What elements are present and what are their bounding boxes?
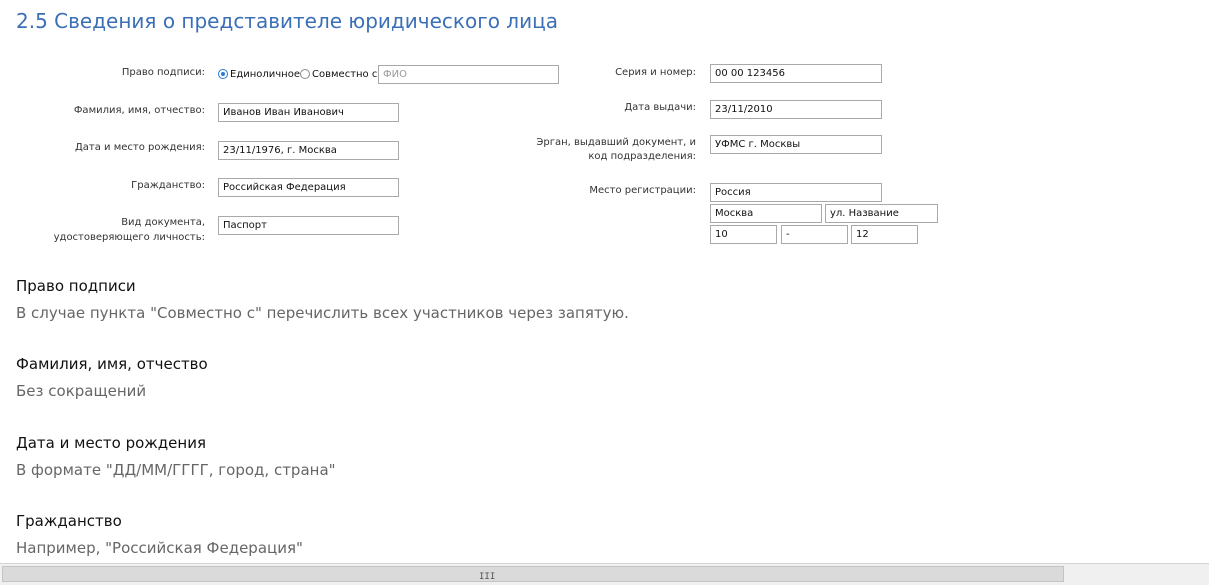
doc-type-label-line2: удостоверяющего личность: (53, 232, 205, 243)
reg-label: Место регистрации: (589, 185, 696, 196)
signing-right-label: Право подписи: (121, 67, 205, 78)
radio-single[interactable]: Единоличное (218, 67, 300, 81)
issuer-input[interactable]: УФМС г. Москвы (710, 135, 882, 154)
reg-building-input[interactable]: - (781, 225, 848, 244)
horizontal-scrollbar[interactable]: III (0, 563, 1209, 585)
series-input[interactable]: 00 00 123456 (710, 64, 882, 83)
help-text-signing: В случае пункта "Совместно с" перечислит… (16, 304, 629, 322)
help-text-fullname: Без сокращений (16, 382, 147, 400)
radio-single-label: Единоличное (230, 68, 300, 80)
scrollbar-thumb[interactable]: III (2, 566, 1064, 582)
citizenship-label: Гражданство: (131, 180, 205, 191)
birth-label: Дата и место рождения: (74, 142, 205, 153)
help-heading-signing: Право подписи (16, 277, 136, 295)
issue-date-label: Дата выдачи: (624, 102, 696, 113)
issue-date-input[interactable]: 23/11/2010 (710, 100, 882, 119)
help-heading-fullname: Фамилия, имя, отчество (16, 355, 208, 373)
help-text-birth: В формате "ДД/ММ/ГГГГ, город, страна" (16, 461, 336, 479)
series-label: Серия и номер: (615, 67, 696, 78)
doc-type-input[interactable]: Паспорт (218, 216, 399, 235)
radio-joint[interactable]: Совместно с (300, 67, 377, 81)
fullname-label: Фамилия, имя, отчество: (73, 105, 205, 116)
reg-city-input[interactable]: Москва (710, 204, 822, 223)
reg-street-input[interactable]: ул. Название (825, 204, 938, 223)
page-title: 2.5 Сведения о представителе юридическог… (16, 9, 558, 33)
help-heading-citizenship: Гражданство (16, 512, 122, 530)
scrollbar-grip-icon: III (479, 572, 496, 582)
help-text-citizenship: Например, "Российская Федерация" (16, 539, 303, 557)
reg-house-input[interactable]: 10 (710, 225, 777, 244)
birth-input[interactable]: 23/11/1976, г. Москва (218, 141, 399, 160)
citizenship-input[interactable]: Российская Федерация (218, 178, 399, 197)
reg-apt-input[interactable]: 12 (851, 225, 918, 244)
reg-country-input[interactable]: Россия (710, 183, 882, 202)
issuer-label-line2: код подразделения: (588, 151, 696, 162)
fullname-input[interactable]: Иванов Иван Иванович (218, 103, 399, 122)
joint-signers-input[interactable]: ФИО (378, 65, 559, 84)
help-heading-birth: Дата и место рождения (16, 434, 206, 452)
radio-unselected-icon (300, 69, 310, 79)
issuer-label-line1: Эрган, выдавший документ, и (536, 137, 696, 148)
doc-type-label-line1: Вид документа, (121, 217, 205, 228)
radio-joint-label: Совместно с (312, 68, 378, 80)
radio-selected-icon (218, 69, 228, 79)
